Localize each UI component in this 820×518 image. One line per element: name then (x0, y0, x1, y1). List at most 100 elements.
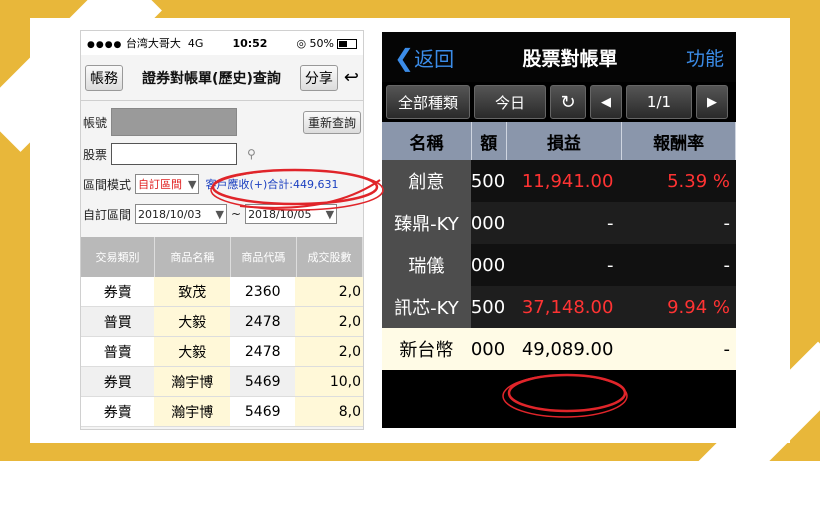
cell-name: 訊芯-KY (382, 286, 471, 328)
cell-type: 券買 (81, 367, 155, 396)
function-button[interactable]: 功能 (686, 44, 724, 71)
custom-range-label: 自訂區間 (83, 207, 132, 222)
trade-table: 交易類別 商品名稱 商品代碼 成交股數 券賣 致茂 2360 2,0 普買 大毅… (81, 237, 363, 427)
cell-name: 新台幣 (382, 328, 471, 370)
right-nav-bar: ❮返回 股票對帳單 功能 (382, 32, 736, 82)
back-button[interactable]: ❮返回 (394, 43, 454, 72)
table-row[interactable]: 普買 大毅 2478 2,0 (81, 307, 363, 337)
cell-type: 券賣 (81, 397, 155, 426)
stock-label: 股票 (83, 147, 108, 162)
cell-qty: 000 (470, 338, 506, 360)
col-header: 商品代碼 (231, 237, 297, 277)
cell-return: 9.94 % (667, 296, 730, 318)
cell-name: 致茂 (154, 277, 230, 306)
cell-qty: 2,0 (295, 337, 363, 366)
share-button[interactable]: 分享 (299, 64, 338, 91)
date-from: 2018/10/03 (138, 207, 202, 221)
today-button[interactable]: 今日 (474, 85, 546, 119)
cell-qty: 8,0 (295, 397, 363, 426)
back-label: 返回 (414, 46, 455, 71)
chevron-down-icon: ▼ (215, 207, 224, 221)
account-field[interactable] (111, 108, 237, 136)
battery-percent: 50% (309, 36, 334, 50)
cell-pnl: 37,148.00 (521, 296, 614, 318)
total-row[interactable]: 新台幣 000 49,089.00 - (382, 328, 736, 370)
table-row[interactable]: 券賣 瀚宇博 5469 8,0 (81, 397, 363, 427)
requery-button[interactable]: 重新查詢 (302, 110, 361, 134)
table-header: 交易類別 商品名稱 商品代碼 成交股數 (81, 237, 363, 277)
right-page-title: 股票對帳單 (522, 47, 618, 70)
cell-name: 瑞儀 (382, 244, 471, 286)
cell-return: - (723, 212, 731, 234)
page-indicator: 1/1 (626, 85, 692, 119)
col-header: 交易類別 (81, 237, 155, 277)
col-header: 名稱 (382, 122, 472, 160)
date-from-select[interactable]: 2018/10/03 ▼ (135, 204, 227, 224)
date-to-select[interactable]: 2018/10/05 ▼ (245, 204, 338, 224)
col-header: 報酬率 (622, 122, 736, 160)
cell-name: 大毅 (154, 337, 230, 366)
table-row[interactable]: 臻鼎-KY 000 - - (382, 202, 736, 244)
cell-type: 普買 (81, 307, 155, 336)
battery-icon (337, 38, 357, 49)
stock-input[interactable] (111, 143, 237, 165)
col-header: 損益 (507, 122, 623, 160)
range-mode-select[interactable]: 自訂區間 ▼ (135, 174, 200, 194)
cell-code: 5469 (229, 397, 296, 426)
search-icon[interactable]: ⚲ (247, 147, 256, 161)
table-row[interactable]: 瑞儀 000 - - (382, 244, 736, 286)
cell-pnl: - (606, 254, 614, 276)
right-toolbar: 全部種類 今日 ↻ ◀ 1/1 ▶ (382, 82, 736, 122)
cell-name: 瀚宇博 (154, 397, 230, 426)
cell-return: - (723, 254, 731, 276)
status-bar: ●●●● 台湾大哥大 4G 10:52 ◎ 50% (81, 31, 363, 55)
filter-button[interactable]: 全部種類 (386, 85, 470, 119)
range-mode-value: 自訂區間 (138, 178, 182, 191)
prev-page-icon[interactable]: ◀ (590, 85, 622, 119)
cell-qty: 500 (470, 170, 506, 192)
cell-name: 創意 (382, 160, 471, 202)
cell-pnl: - (606, 212, 614, 234)
cell-code: 2360 (229, 277, 296, 306)
cell-name: 大毅 (154, 307, 230, 336)
cell-name: 瀚宇博 (154, 367, 230, 396)
table-row[interactable]: 券賣 致茂 2360 2,0 (81, 277, 363, 307)
menu-button[interactable]: 帳務 (85, 64, 123, 91)
cell-return: 5.39 % (667, 170, 730, 192)
account-label: 帳號 (83, 115, 108, 130)
cell-pnl: 11,941.00 (521, 170, 614, 192)
cell-qty: 000 (470, 254, 506, 276)
date-separator: ~ (231, 207, 242, 221)
query-form: 帳號 重新查詢 股票 ⚲ 區間模式 自訂區間 ▼ 客戶應收(+)合計:449,63… (81, 101, 363, 233)
next-page-icon[interactable]: ▶ (696, 85, 728, 119)
table-row[interactable]: 券買 瀚宇博 5469 10,0 (81, 367, 363, 397)
refresh-icon[interactable]: ↻ (550, 85, 586, 119)
page-title: 證券對帳單(歷史)查詢 (142, 70, 281, 87)
chevron-left-icon: ❮ (394, 43, 415, 72)
back-arrow-icon[interactable]: ↩ (344, 67, 359, 88)
cell-pnl: 49,089.00 (521, 338, 614, 360)
left-phone-screen: ●●●● 台湾大哥大 4G 10:52 ◎ 50% 帳務 證券對帳單(歷史)查詢… (80, 30, 364, 430)
cell-qty: 2,0 (295, 277, 363, 306)
table-row[interactable]: 創意 500 11,941.00 5.39 % (382, 160, 736, 202)
cell-code: 2478 (229, 307, 296, 336)
receivable-total: 客戶應收(+)合計:449,631 (205, 178, 339, 191)
right-table-header: 名稱 額 損益 報酬率 (382, 122, 736, 160)
left-top-bar: 帳務 證券對帳單(歷史)查詢 分享 ↩ (81, 55, 363, 101)
cell-code: 2478 (229, 337, 296, 366)
right-phone-screen: ❮返回 股票對帳單 功能 全部種類 今日 ↻ ◀ 1/1 ▶ 名稱 額 損益 報… (382, 32, 736, 428)
carrier: 台湾大哥大 (125, 37, 181, 50)
network-type: 4G (187, 37, 204, 50)
cell-type: 券賣 (81, 277, 155, 306)
table-row[interactable]: 訊芯-KY 500 37,148.00 9.94 % (382, 286, 736, 328)
range-mode-label: 區間模式 (83, 177, 132, 192)
chevron-down-icon: ▼ (325, 207, 335, 221)
chevron-down-icon: ▼ (188, 177, 197, 191)
cell-name: 臻鼎-KY (382, 202, 471, 244)
clock: 10:52 (232, 36, 268, 50)
table-row[interactable]: 普賣 大毅 2478 2,0 (81, 337, 363, 367)
lock-rotation-icon: ◎ (296, 36, 307, 50)
col-header: 額 (472, 122, 507, 160)
cell-qty: 2,0 (295, 307, 363, 336)
cell-type: 普賣 (81, 337, 155, 366)
